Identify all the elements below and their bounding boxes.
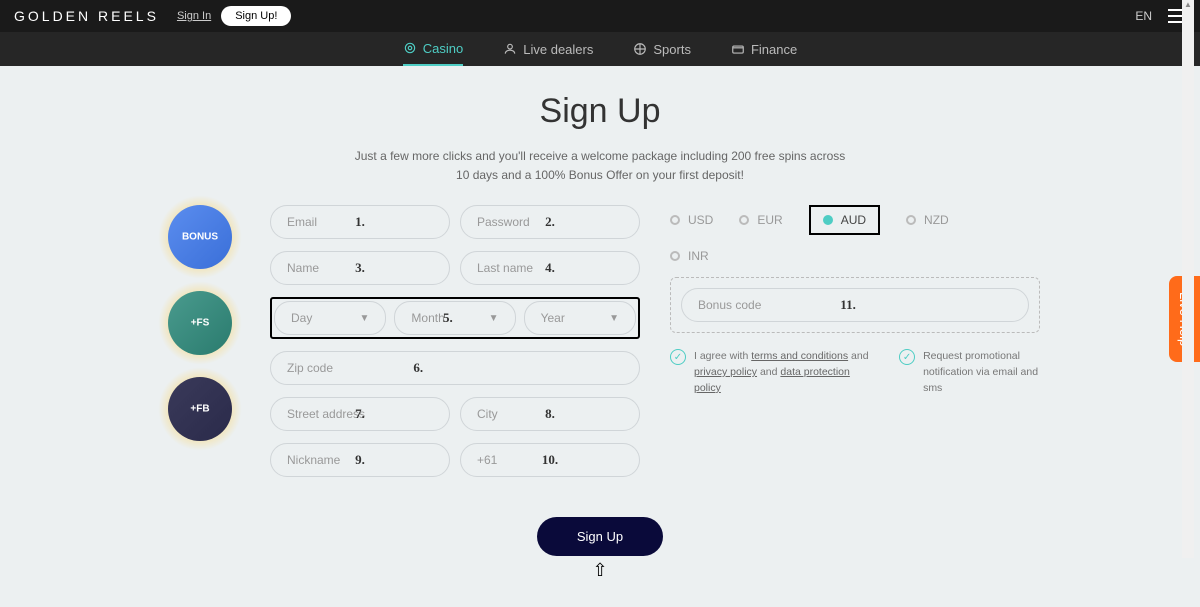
name-field[interactable]: Name 3. (270, 251, 450, 285)
privacy-link[interactable]: privacy policy (694, 366, 757, 378)
page-title: Sign Up (0, 92, 1200, 131)
currency-nzd[interactable]: NZD (906, 213, 949, 227)
currency-eur[interactable]: EUR (739, 213, 782, 227)
nav-label: Casino (423, 41, 463, 56)
chevron-down-icon: ▼ (360, 313, 370, 324)
street-field[interactable]: Street address 7. (270, 397, 450, 431)
city-field[interactable]: City 8. (460, 397, 640, 431)
phone-field[interactable]: +61 10. (460, 443, 640, 477)
bonus-code-field[interactable]: Bonus code 11. (681, 288, 1029, 322)
nav-label: Finance (751, 42, 797, 57)
page-subtitle: Just a few more clicks and you'll receiv… (0, 147, 1200, 185)
ball-icon (633, 42, 647, 56)
dob-highlight-box: Day ▼ Month 5. ▼ Year ▼ (270, 297, 640, 339)
casino-icon (403, 41, 417, 55)
brand-logo: GOLDEN REELS (14, 8, 159, 24)
currency-usd[interactable]: USD (670, 213, 713, 227)
currency-inr[interactable]: INR (670, 249, 709, 263)
promo-graphic: BONUS +FS +FB (160, 205, 240, 485)
currency-radio-group: USD EUR AUD NZD (670, 205, 1040, 235)
scrollbar[interactable]: ▲ (1182, 0, 1194, 558)
check-icon: ✓ (899, 349, 915, 365)
nav-label: Live dealers (523, 42, 593, 57)
person-icon (503, 42, 517, 56)
email-field[interactable]: Email 1. (270, 205, 450, 239)
nickname-field[interactable]: Nickname 9. (270, 443, 450, 477)
scroll-up-icon[interactable]: ▲ (1182, 0, 1194, 10)
nav-finance[interactable]: Finance (731, 34, 797, 65)
currency-aud[interactable]: AUD (809, 205, 880, 235)
arrow-up-icon: ⇧ (0, 560, 1200, 581)
wallet-icon (731, 42, 745, 56)
lastname-field[interactable]: Last name 4. (460, 251, 640, 285)
signup-submit-button[interactable]: Sign Up (537, 517, 663, 556)
check-icon: ✓ (670, 349, 686, 365)
nav-label: Sports (653, 42, 691, 57)
zip-field[interactable]: Zip code 6. (270, 351, 640, 385)
language-selector[interactable]: EN (1135, 9, 1152, 23)
dob-day-select[interactable]: Day ▼ (274, 301, 386, 335)
dob-month-select[interactable]: Month 5. ▼ (394, 301, 515, 335)
dob-year-select[interactable]: Year ▼ (524, 301, 636, 335)
password-field[interactable]: Password 2. (460, 205, 640, 239)
nav-casino[interactable]: Casino (403, 33, 463, 66)
signup-pill-button[interactable]: Sign Up! (221, 6, 291, 26)
terms-link[interactable]: terms and conditions (751, 350, 848, 362)
terms-checkbox-row[interactable]: ✓ I agree with terms and conditions and … (670, 349, 879, 396)
nav-live-dealers[interactable]: Live dealers (503, 34, 593, 65)
promo-checkbox-row[interactable]: ✓ Request promotional notification via e… (899, 349, 1040, 396)
chevron-down-icon: ▼ (609, 313, 619, 324)
chevron-down-icon: ▼ (489, 313, 499, 324)
bonus-code-box: Bonus code 11. (670, 277, 1040, 333)
nav-sports[interactable]: Sports (633, 34, 691, 65)
signin-link[interactable]: Sign In (177, 10, 211, 22)
